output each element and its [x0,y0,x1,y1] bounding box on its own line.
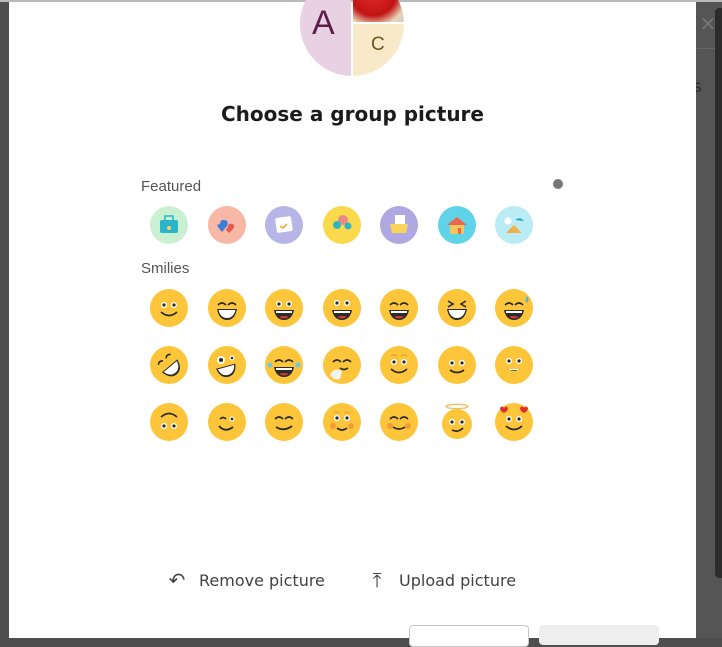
avatar-tile-c: C [353,24,404,76]
smiley-tears-of-joy-option[interactable] [264,345,304,385]
choose-picture-dialog: A C Choose a group picture Featured Smil… [9,0,696,647]
featured-house-option[interactable] [437,205,477,245]
smiley-grin-option[interactable] [264,288,304,328]
avatar-letter-a: A [312,4,335,42]
remove-picture-label: Remove picture [199,570,325,590]
smiley-beaming-grin-option[interactable] [207,288,247,328]
featured-calendar-option[interactable] [264,205,304,245]
smiley-upside-down-option[interactable] [149,402,189,442]
smiley-relieved-option[interactable] [264,402,304,442]
featured-hearts-option[interactable] [207,205,247,245]
smiley-blushing-eyes-option[interactable] [322,402,362,442]
picker-scroll-indicator[interactable] [553,179,563,189]
smiley-small-smile-option[interactable] [494,345,534,385]
smiley-rolling-laugh-option[interactable] [149,345,189,385]
smilies-grid [149,288,534,442]
smiley-crazy-option[interactable] [207,345,247,385]
group-avatar-preview: A C [300,0,404,76]
dialog-title: Choose a group picture [221,102,484,126]
upload-picture-label: Upload picture [399,570,517,590]
featured-briefcase-option[interactable] [149,205,189,245]
smiley-raised-eyebrow-smile-option[interactable] [379,345,419,385]
cancel-button[interactable] [409,625,529,647]
smiley-squinting-laugh-option[interactable] [437,288,477,328]
smiley-angel-option[interactable] [437,402,477,442]
featured-label: Featured [141,178,202,195]
remove-picture-button[interactable]: ↶ Remove picture [167,568,325,592]
undo-icon: ↶ [168,568,186,592]
smilies-label: Smilies [141,260,190,277]
smiley-big-grin-option[interactable] [322,288,362,328]
page-scrollbar[interactable] [715,8,722,578]
featured-beach-option[interactable] [494,205,534,245]
avatar-tile-a: A [300,0,351,76]
smiley-wink-option[interactable] [207,402,247,442]
smiley-sweat-laugh-option[interactable] [494,288,534,328]
smiley-in-love-option[interactable] [494,402,534,442]
featured-folder-option[interactable] [379,205,419,245]
avatar-tile-photo [353,0,404,22]
smiley-blushing-closed-option[interactable] [379,402,419,442]
featured-grid [149,205,534,245]
upload-picture-button[interactable]: ⤒ Upload picture [367,568,516,592]
smiley-smile-option[interactable] [149,288,189,328]
smiley-giggle-option[interactable] [322,345,362,385]
smiley-laughing-option[interactable] [379,288,419,328]
avatar-letter-c: C [371,34,385,55]
featured-balloons-option[interactable] [322,205,362,245]
save-button[interactable] [539,625,659,645]
upload-icon: ⤒ [372,568,382,592]
smiley-slight-smile-option[interactable] [437,345,477,385]
